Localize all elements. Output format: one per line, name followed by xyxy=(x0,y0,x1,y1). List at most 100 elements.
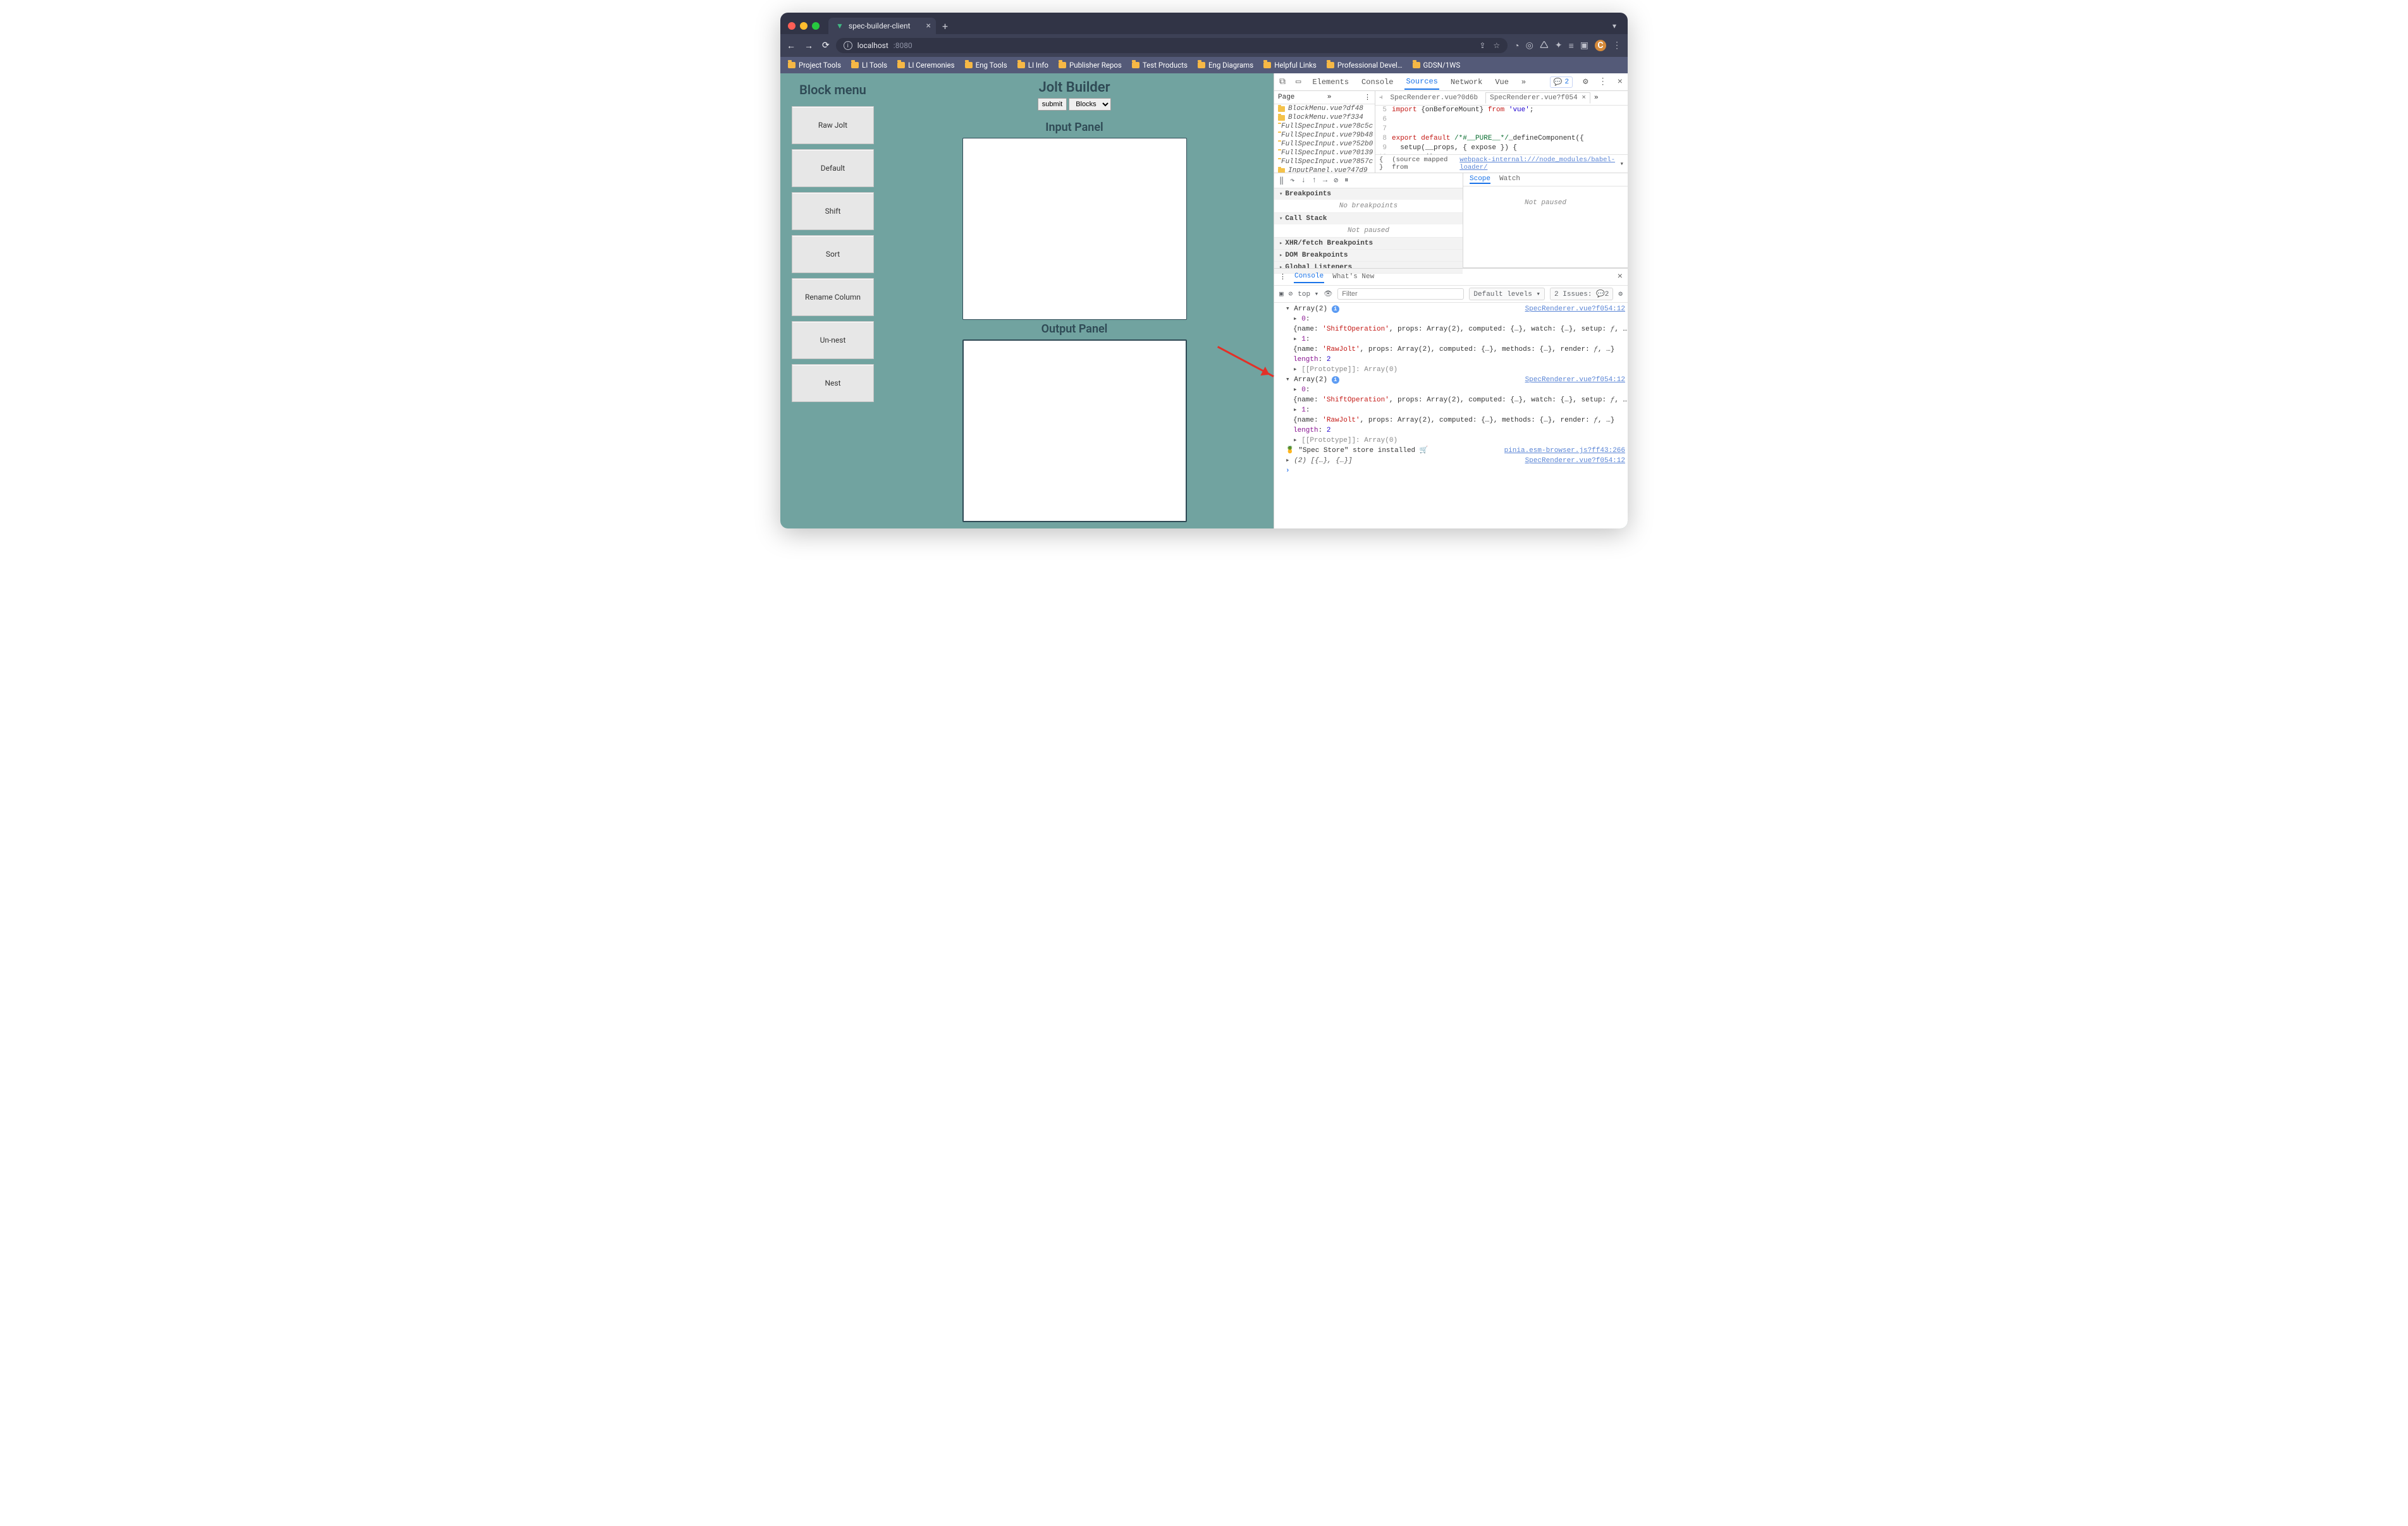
file-item[interactable]: FullSpecInput.vue?8c5c xyxy=(1274,122,1375,131)
console-drawer-tab-console[interactable]: Console xyxy=(1294,271,1324,283)
window-expand-icon[interactable]: ▾ xyxy=(1612,21,1620,30)
info-icon[interactable]: i xyxy=(1332,376,1339,384)
xhr-bp-header[interactable]: XHR/fetch Breakpoints xyxy=(1274,238,1463,249)
code-tab-0[interactable]: SpecRenderer.vue?0d6b xyxy=(1387,93,1482,103)
breakpoints-header[interactable]: Breakpoints xyxy=(1274,188,1463,200)
deactivate-bp-icon[interactable]: ⊘ xyxy=(1334,176,1338,185)
inspect-icon[interactable]: ⧉ xyxy=(1279,77,1286,87)
console-source-link[interactable]: SpecRenderer.vue?f054:12 xyxy=(1525,456,1625,466)
new-tab-button[interactable]: + xyxy=(936,20,954,32)
source-map-link[interactable]: webpack-internal:///node_modules/babel-l… xyxy=(1459,156,1617,171)
step-out-icon[interactable]: ↑ xyxy=(1312,176,1317,185)
tab-sources[interactable]: Sources xyxy=(1404,75,1439,90)
close-drawer-icon[interactable]: × xyxy=(1618,272,1623,282)
bookmark-item[interactable]: Project Tools xyxy=(788,61,841,70)
console-settings-icon[interactable]: ⚙ xyxy=(1618,290,1623,298)
file-item[interactable]: BlockMenu.vue?df48 xyxy=(1274,104,1375,113)
chrome-menu-icon[interactable]: ⋮ xyxy=(1612,40,1621,51)
console-source-link[interactable]: pinia.esm-browser.js?ff43:266 xyxy=(1504,446,1625,456)
reading-list-icon[interactable]: ≡ xyxy=(1569,40,1574,51)
blocks-select[interactable]: Blocks xyxy=(1069,98,1111,111)
console-output[interactable]: SpecRenderer.vue?f054:12 ▾ Array(2) i ▸ … xyxy=(1274,303,1628,528)
file-item[interactable]: InputPanel.vue?47d9 xyxy=(1274,166,1375,173)
sidebar-toggle-icon[interactable]: ▣ xyxy=(1279,290,1284,298)
file-item[interactable]: FullSpecInput.vue?0139 xyxy=(1274,149,1375,157)
site-info-icon[interactable]: i xyxy=(844,41,852,50)
block-menu-item[interactable]: Un-nest xyxy=(792,321,874,359)
step-over-icon[interactable]: ↷ xyxy=(1290,176,1294,185)
info-icon[interactable]: i xyxy=(1332,305,1339,313)
share-icon[interactable]: ⇪ xyxy=(1479,41,1485,50)
ext-icon-3[interactable]: 🛆 xyxy=(1540,38,1549,53)
bookmark-item[interactable]: LI Ceremonies xyxy=(897,61,954,70)
bookmark-item[interactable]: Eng Diagrams xyxy=(1198,61,1253,70)
block-menu-item[interactable]: Default xyxy=(792,149,874,187)
reload-button[interactable]: ⟳ xyxy=(822,40,830,51)
filter-input[interactable] xyxy=(1337,288,1464,300)
close-devtools-icon[interactable]: × xyxy=(1618,77,1623,87)
issues-button[interactable]: 2 Issues: 💬2 xyxy=(1550,288,1613,300)
pause-icon[interactable]: ‖ xyxy=(1279,176,1284,185)
file-item[interactable]: FullSpecInput.vue?857c xyxy=(1274,157,1375,166)
block-menu-item[interactable]: Rename Column xyxy=(792,278,874,316)
bookmark-item[interactable]: Professional Devel… xyxy=(1327,61,1403,70)
extensions-icon[interactable]: ✦ xyxy=(1555,40,1563,51)
device-toolbar-icon[interactable]: ▭ xyxy=(1296,76,1301,87)
console-drawer-tab-whatsnew[interactable]: What's New xyxy=(1332,271,1375,283)
watch-tab[interactable]: Watch xyxy=(1499,175,1520,184)
tab-vue[interactable]: Vue xyxy=(1494,75,1510,89)
log-levels[interactable]: Default levels ▾ xyxy=(1469,288,1545,300)
code-tab-1[interactable]: SpecRenderer.vue?f054 × xyxy=(1485,92,1590,104)
pause-exceptions-icon[interactable]: ⏸ xyxy=(1344,176,1348,185)
output-panel[interactable] xyxy=(962,339,1187,522)
input-panel[interactable] xyxy=(962,138,1187,320)
context-selector[interactable]: top ▾ xyxy=(1298,290,1318,298)
maximize-window-button[interactable] xyxy=(812,22,820,30)
tab-network[interactable]: Network xyxy=(1449,75,1484,89)
console-drawer-menu[interactable]: ⋮ xyxy=(1279,272,1286,281)
bookmark-item[interactable]: Test Products xyxy=(1132,61,1188,70)
ext-icon-1[interactable]: ◔ xyxy=(1514,40,1519,51)
step-icon[interactable]: → xyxy=(1323,176,1327,185)
close-code-tab[interactable]: × xyxy=(1582,94,1586,102)
scope-tab[interactable]: Scope xyxy=(1470,175,1490,184)
block-menu-item[interactable]: Raw Jolt xyxy=(792,106,874,144)
file-item[interactable]: FullSpecInput.vue?52b0 xyxy=(1274,140,1375,149)
step-into-icon[interactable]: ↓ xyxy=(1301,176,1305,185)
file-item[interactable]: FullSpecInput.vue?9b48 xyxy=(1274,131,1375,140)
block-menu-item[interactable]: Nest xyxy=(792,364,874,402)
minimize-window-button[interactable] xyxy=(800,22,808,30)
side-panel-icon[interactable]: ▣ xyxy=(1580,40,1588,51)
tab-console[interactable]: Console xyxy=(1360,75,1394,89)
bookmark-icon[interactable]: ☆ xyxy=(1493,41,1500,50)
block-menu-item[interactable]: Sort xyxy=(792,235,874,273)
close-window-button[interactable] xyxy=(788,22,796,30)
block-menu-item[interactable]: Shift xyxy=(792,192,874,230)
bookmark-item[interactable]: LI Info xyxy=(1017,61,1048,70)
settings-icon[interactable]: ⚙ xyxy=(1583,76,1588,87)
navigator-overflow[interactable]: » xyxy=(1327,94,1332,101)
issues-badge[interactable]: 💬2 xyxy=(1550,76,1573,88)
clear-console-icon[interactable]: ⊘ xyxy=(1289,290,1293,298)
navigator-menu-icon[interactable]: ⋮ xyxy=(1364,93,1371,102)
source-map-caret[interactable]: ▾ xyxy=(1620,160,1624,168)
live-expression-icon[interactable]: 👁 xyxy=(1324,290,1332,298)
bookmark-item[interactable]: LI Tools xyxy=(851,61,887,70)
close-tab-button[interactable]: × xyxy=(926,21,931,30)
navigator-tab-page[interactable]: Page xyxy=(1278,94,1294,101)
callstack-header[interactable]: Call Stack xyxy=(1274,213,1463,224)
profile-avatar[interactable]: C xyxy=(1595,40,1606,51)
tab-elements[interactable]: Elements xyxy=(1311,75,1350,89)
browser-tab[interactable]: ▼ spec-builder-client × xyxy=(828,18,936,34)
code-body[interactable]: 5import {onBeforeMount} from 'vue';678ex… xyxy=(1375,106,1628,154)
forward-button[interactable]: → xyxy=(804,40,813,51)
submit-button[interactable]: submit xyxy=(1038,98,1067,111)
tabs-overflow[interactable]: » xyxy=(1520,75,1527,89)
dom-bp-header[interactable]: DOM Breakpoints xyxy=(1274,250,1463,261)
file-item[interactable]: BlockMenu.vue?f334 xyxy=(1274,113,1375,122)
bookmark-item[interactable]: Publisher Repos xyxy=(1059,61,1122,70)
address-bar[interactable]: i localhost:8080 ⇪ ☆ xyxy=(836,38,1508,53)
back-button[interactable]: ← xyxy=(787,40,796,51)
bookmark-item[interactable]: GDSN/1WS xyxy=(1413,61,1461,70)
code-tabs-nav-icon[interactable]: ⫞ xyxy=(1379,94,1383,102)
